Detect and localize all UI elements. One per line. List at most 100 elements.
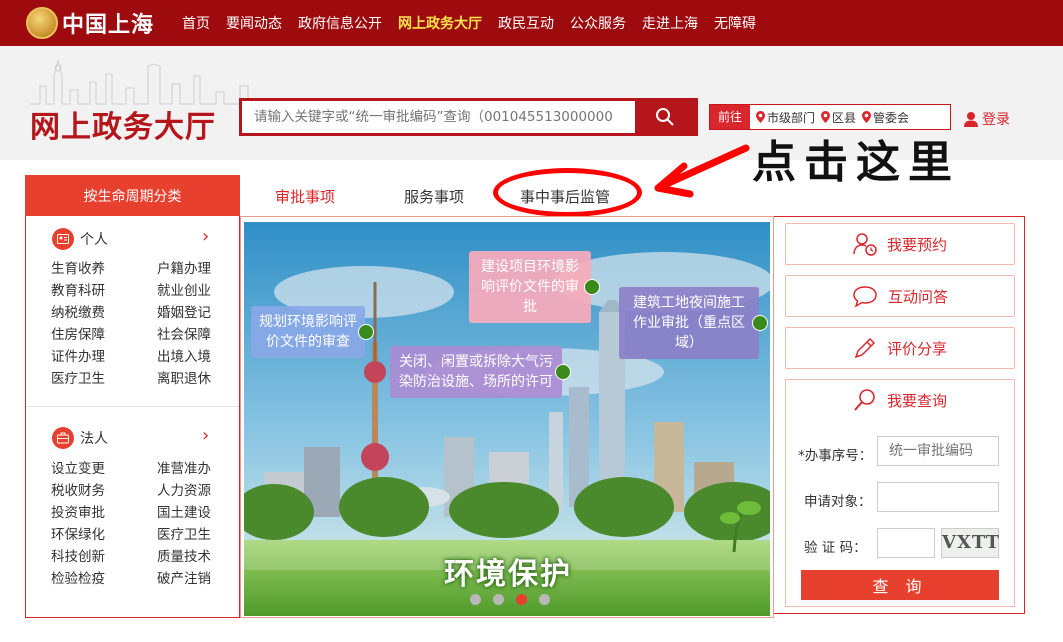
bubble-text: 关闭、闲置或拆除大气污染防治设施、场所的许可 [399, 354, 553, 390]
category-link[interactable]: 社会保障 [157, 326, 221, 344]
category-legal-header[interactable]: 法人 [52, 427, 108, 449]
nav-item-home[interactable]: 首页 [182, 13, 210, 33]
tab-lifecycle-category[interactable]: 按生命周期分类 [25, 175, 240, 216]
category-link[interactable]: 检验检疫 [51, 570, 157, 588]
nav-item-gov-info[interactable]: 政府信息公开 [298, 13, 382, 33]
banner-bubble-air-pollution[interactable]: 关闭、闲置或拆除大气污染防治设施、场所的许可 [390, 346, 571, 398]
category-link[interactable]: 婚姻登记 [157, 304, 221, 322]
search-button[interactable] [635, 101, 695, 133]
carousel-dot[interactable] [493, 594, 504, 605]
banner-bubble-planning[interactable]: 规划环境影响评价文件的审查 [251, 306, 374, 358]
query-title-text: 我要查询 [886, 391, 947, 410]
applicant-input[interactable] [877, 482, 999, 512]
nav-item-public-service[interactable]: 公众服务 [570, 13, 626, 33]
banner-carousel[interactable]: 规划环境影响评价文件的审查 建设项目环境影响评价文件的审批 关闭、闲置或拆除大气… [244, 222, 770, 616]
bubble-text: 建筑工地夜间施工作业审批（重点区域） [633, 295, 745, 351]
arrow-right-icon [752, 315, 768, 331]
bubble-text: 规划环境影响评价文件的审查 [259, 314, 357, 350]
region-item-committee[interactable]: 管委会 [862, 109, 909, 126]
login-link[interactable]: 登录 [963, 109, 1010, 129]
region-item-district[interactable]: 区县 [821, 109, 856, 126]
appointment-button[interactable]: 我要预约 [785, 223, 1015, 265]
carousel-dot-active[interactable] [516, 594, 527, 605]
qa-button[interactable]: 互动问答 [785, 275, 1015, 317]
category-link[interactable]: 离职退休 [157, 370, 221, 388]
review-button[interactable]: 评价分享 [785, 327, 1015, 369]
search-bar [239, 98, 698, 136]
chat-bubble-icon [853, 286, 877, 307]
serial-number-input[interactable] [877, 436, 999, 466]
category-link[interactable]: 科技创新 [51, 548, 157, 566]
query-form: 我要查询 *办事序号： 申请对象： 验 证 码： VXTT 查 询 [785, 379, 1015, 607]
query-title: 我要查询 [786, 388, 1014, 412]
appointment-label: 我要预约 [886, 235, 947, 254]
search-input[interactable] [242, 101, 637, 133]
category-link[interactable]: 出境入境 [157, 348, 221, 366]
logo-text: 中国上海 [62, 13, 155, 38]
category-link[interactable]: 生育收养 [51, 260, 157, 278]
banner-caption: 环境保护 [444, 557, 572, 592]
category-link[interactable]: 投资审批 [51, 504, 157, 522]
captcha-image[interactable]: VXTT [941, 528, 999, 558]
annotation-arrow-icon [654, 144, 750, 198]
pencil-icon [854, 337, 876, 359]
serial-label: *办事序号： [798, 448, 873, 464]
category-divider [26, 406, 239, 407]
category-legal-title: 法人 [80, 431, 108, 447]
category-link[interactable]: 国土建设 [157, 504, 221, 522]
search-icon [656, 108, 674, 126]
carousel-dot[interactable] [470, 594, 481, 605]
query-submit-button[interactable]: 查 询 [801, 570, 999, 600]
banner-bubble-night-construction[interactable]: 建筑工地夜间施工作业审批（重点区域） [619, 287, 768, 359]
category-link[interactable]: 就业创业 [157, 282, 221, 300]
category-personal-header[interactable]: 个人 [52, 228, 108, 250]
top-navigation-bar: 中国上海 首页 要闻动态 政府信息公开 网上政务大厅 政民互动 公众服务 走进上… [0, 0, 1063, 46]
category-link[interactable]: 住房保障 [51, 326, 157, 344]
category-link[interactable]: 医疗卫生 [51, 370, 157, 388]
tab-approval-matters[interactable]: 审批事项 [275, 186, 335, 207]
annotation-circle [493, 168, 642, 217]
briefcase-icon [52, 427, 74, 449]
category-link[interactable]: 税收财务 [51, 482, 157, 500]
chevron-right-icon[interactable]: › [202, 226, 209, 247]
captcha-input[interactable] [877, 528, 935, 558]
category-link[interactable]: 纳税缴费 [51, 304, 157, 322]
carousel-dot[interactable] [539, 594, 550, 605]
legal-links: 设立变更 准营准办 税收财务 人力资源 投资审批 国土建设 环保绿化 医疗卫生 … [51, 460, 221, 588]
category-link[interactable]: 质量技术 [157, 548, 221, 566]
category-link[interactable]: 准营准办 [157, 460, 221, 478]
banner-bubble-construction-eia[interactable]: 建设项目环境影响评价文件的审批 [469, 251, 600, 323]
category-link[interactable]: 环保绿化 [51, 526, 157, 544]
captcha-label: 验 证 码： [804, 540, 867, 556]
nav-item-accessibility[interactable]: 无障碍 [714, 13, 756, 33]
location-pin-icon [862, 111, 872, 123]
category-link[interactable]: 人力资源 [157, 482, 221, 500]
location-pin-icon [821, 111, 831, 123]
category-link[interactable]: 户籍办理 [157, 260, 221, 278]
category-link[interactable]: 医疗卫生 [157, 526, 221, 544]
site-logo[interactable]: 中国上海 [26, 5, 154, 41]
user-icon [964, 112, 978, 127]
category-link[interactable]: 教育科研 [51, 282, 157, 300]
login-label: 登录 [982, 112, 1010, 128]
chevron-right-icon[interactable]: › [202, 425, 209, 446]
category-link[interactable]: 破产注销 [157, 570, 221, 588]
nav-item-service-hall[interactable]: 网上政务大厅 [398, 13, 482, 33]
nav-item-interaction[interactable]: 政民互动 [498, 13, 554, 33]
category-personal-title: 个人 [80, 232, 108, 248]
region-item-label: 区县 [832, 110, 857, 125]
nav-item-news[interactable]: 要闻动态 [226, 13, 282, 33]
arrow-right-icon [555, 364, 571, 380]
region-item-city[interactable]: 市级部门 [756, 109, 815, 126]
skyline-decoration-icon [30, 59, 260, 105]
annotation-text: 点击这里 [752, 137, 960, 188]
service-panel: 我要预约 互动问答 评价分享 我要查询 *办事序号： 申请对象： 验 证 码： … [774, 216, 1025, 614]
shanghai-emblem-icon [26, 7, 58, 39]
category-link[interactable]: 设立变更 [51, 460, 157, 478]
category-link[interactable]: 证件办理 [51, 348, 157, 366]
region-item-label: 管委会 [873, 110, 910, 125]
location-pin-icon [756, 111, 766, 123]
region-item-label: 市级部门 [767, 110, 816, 125]
nav-item-about-shanghai[interactable]: 走进上海 [642, 13, 698, 33]
tab-service-matters[interactable]: 服务事项 [404, 186, 464, 207]
